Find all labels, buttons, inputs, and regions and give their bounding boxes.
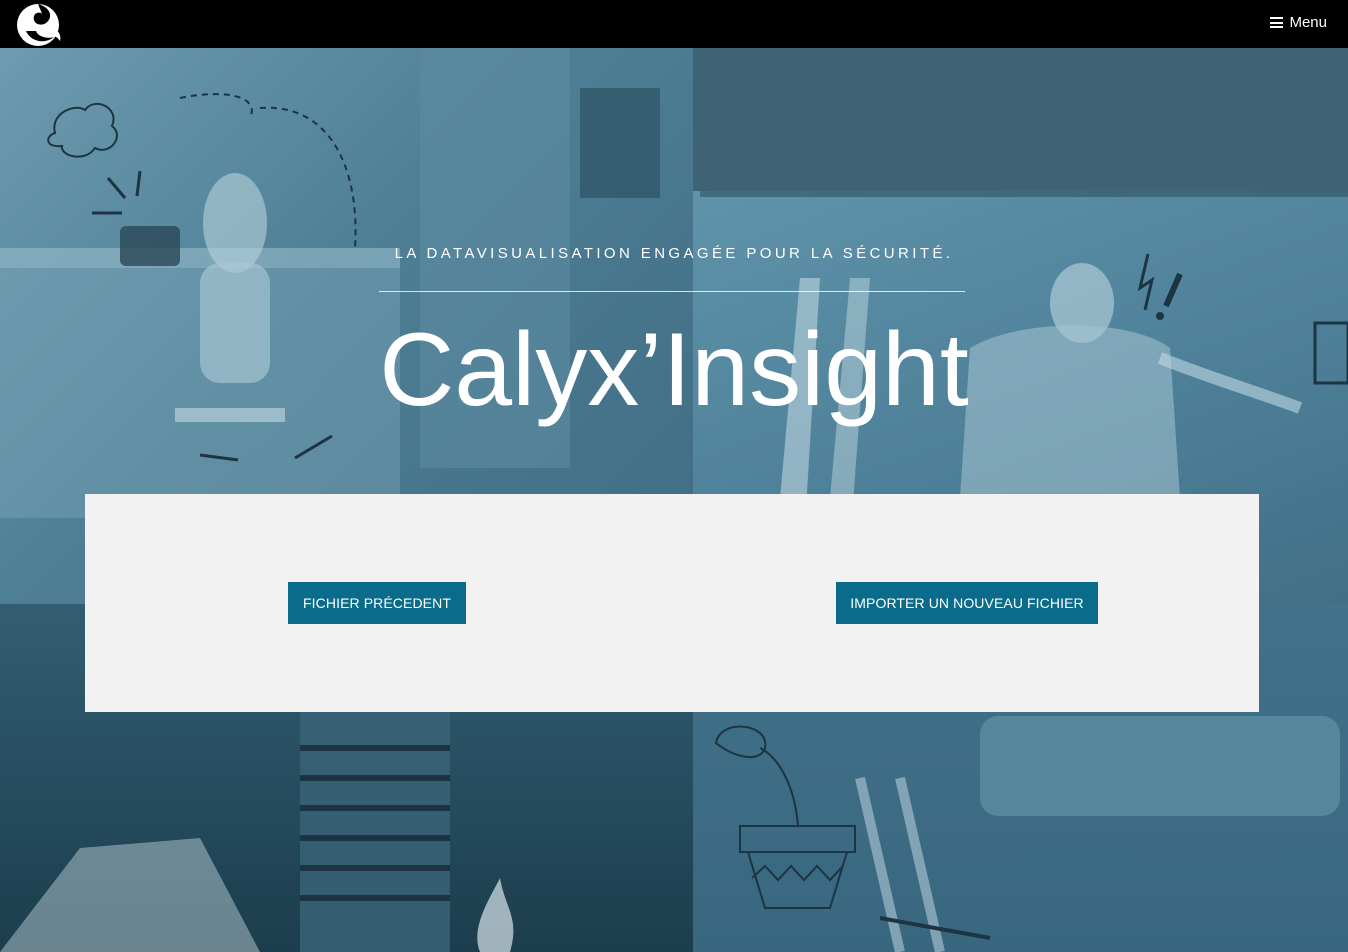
- import-new-file-button[interactable]: IMPORTER UN NOUVEAU FICHIER: [836, 582, 1098, 624]
- hero-tagline: LA DATAVISUALISATION ENGAGÉE POUR LA SÉC…: [394, 245, 954, 262]
- top-navigation-bar: Menu: [0, 0, 1348, 48]
- file-actions-panel: FICHIER PRÉCEDENT IMPORTER UN NOUVEAU FI…: [85, 494, 1259, 712]
- tagline-divider: [379, 291, 965, 292]
- menu-button[interactable]: Menu: [1270, 14, 1327, 31]
- hamburger-icon: [1270, 17, 1284, 28]
- previous-file-button[interactable]: FICHIER PRÉCEDENT: [288, 582, 466, 624]
- calyx-logo-icon[interactable]: [16, 1, 64, 49]
- hero-title: Calyx’Insight: [379, 312, 969, 428]
- menu-label: Menu: [1289, 14, 1327, 31]
